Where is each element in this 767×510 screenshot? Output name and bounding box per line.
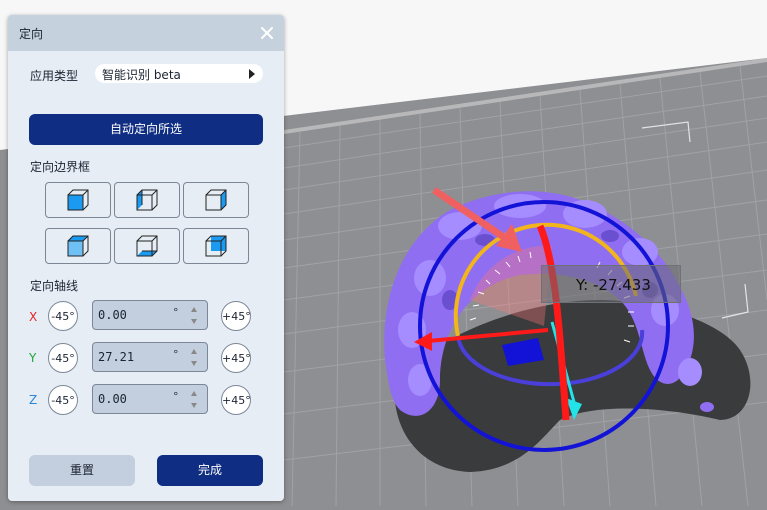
bbox-right-button[interactable] bbox=[183, 182, 249, 218]
y-minus-45-button[interactable]: -45° bbox=[48, 343, 78, 373]
z-angle-value: 0.00 bbox=[98, 392, 127, 406]
x-minus-45-button[interactable]: -45° bbox=[48, 301, 78, 331]
bbox-back-button[interactable] bbox=[183, 228, 249, 264]
close-icon[interactable] bbox=[256, 22, 278, 44]
y-angle-unit: ° bbox=[173, 348, 179, 361]
spin-up-icon[interactable] bbox=[191, 391, 197, 396]
bbox-front-button[interactable] bbox=[45, 182, 111, 218]
bbox-top-button[interactable] bbox=[45, 228, 111, 264]
rotation-readout: Y: -27.433 bbox=[541, 265, 681, 303]
axis-x-label: X bbox=[29, 310, 38, 324]
z-angle-unit: ° bbox=[173, 390, 179, 403]
z-angle-input[interactable]: 0.00 ° bbox=[92, 384, 208, 414]
dialog-title: 定向 bbox=[19, 27, 44, 41]
axis-section-label: 定向轴线 bbox=[30, 279, 79, 293]
app-type-value: 智能识别 beta bbox=[102, 68, 181, 82]
cube-face-right-icon bbox=[205, 189, 227, 211]
y-angle-input[interactable]: 27.21 ° bbox=[92, 342, 208, 372]
y-angle-value: 27.21 bbox=[98, 350, 135, 364]
bbox-section-label: 定向边界框 bbox=[30, 160, 91, 174]
app-type-label: 应用类型 bbox=[30, 69, 79, 83]
y-plus-45-button[interactable]: +45° bbox=[221, 343, 251, 373]
x-angle-unit: ° bbox=[173, 306, 179, 319]
spin-up-icon[interactable] bbox=[191, 349, 197, 354]
cube-face-back-icon bbox=[205, 235, 227, 257]
z-minus-45-button[interactable]: -45° bbox=[48, 385, 78, 415]
cube-face-left-icon bbox=[136, 189, 158, 211]
bbox-left-button[interactable] bbox=[114, 182, 180, 218]
cube-face-bottom-icon bbox=[136, 235, 158, 257]
bbox-bottom-button[interactable] bbox=[114, 228, 180, 264]
orientation-dialog: 定向 应用类型 智能识别 beta 自动定向所选 定向边界框 定向轴线 X -4… bbox=[8, 15, 284, 501]
spin-down-icon[interactable] bbox=[191, 361, 197, 366]
reset-button[interactable]: 重置 bbox=[29, 455, 135, 486]
z-plus-45-button[interactable]: +45° bbox=[221, 385, 251, 415]
auto-orient-button[interactable]: 自动定向所选 bbox=[29, 114, 263, 145]
chevron-right-icon bbox=[249, 69, 255, 79]
x-angle-input[interactable]: 0.00 ° bbox=[92, 300, 208, 330]
dialog-header: 定向 bbox=[8, 15, 284, 51]
cube-face-front-icon bbox=[67, 189, 89, 211]
spin-down-icon[interactable] bbox=[191, 319, 197, 324]
done-button[interactable]: 完成 bbox=[157, 455, 263, 486]
axis-z-label: Z bbox=[29, 393, 38, 407]
spin-down-icon[interactable] bbox=[191, 403, 197, 408]
cube-face-top-icon bbox=[67, 235, 89, 257]
x-angle-value: 0.00 bbox=[98, 308, 127, 322]
spin-up-icon[interactable] bbox=[191, 307, 197, 312]
axis-y-label: Y bbox=[29, 351, 37, 365]
app-type-select[interactable]: 智能识别 beta bbox=[95, 64, 263, 83]
x-plus-45-button[interactable]: +45° bbox=[221, 301, 251, 331]
